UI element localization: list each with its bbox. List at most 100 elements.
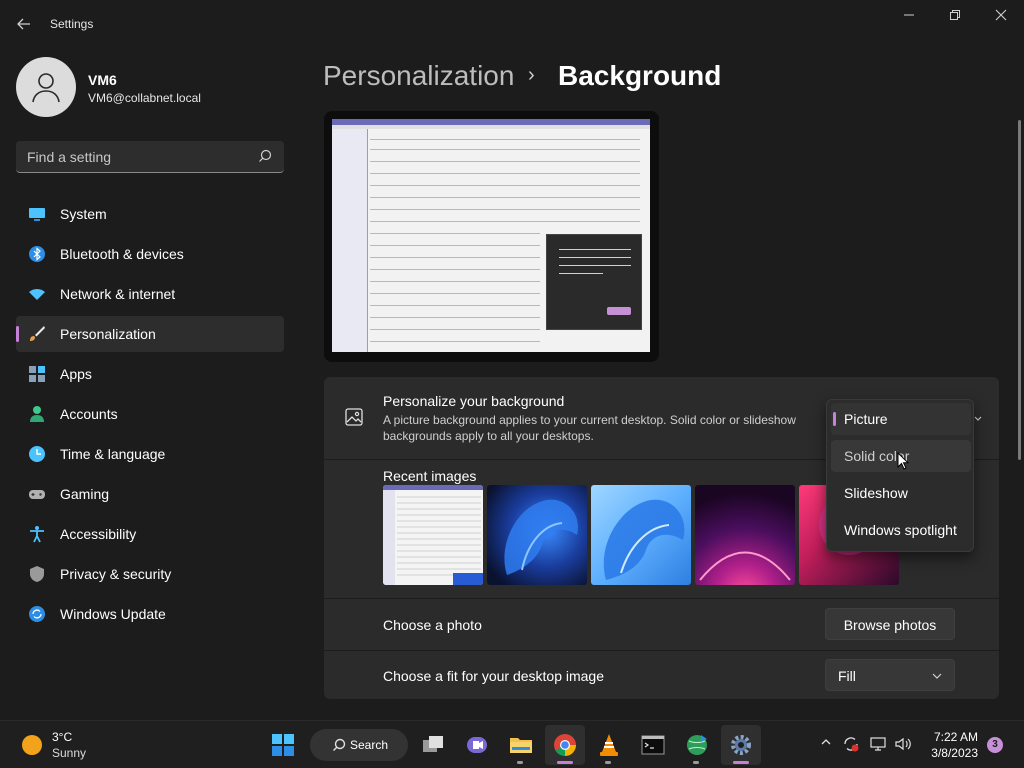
sidebar-item-label: Network & internet [60, 286, 176, 302]
selection-indicator [16, 326, 19, 342]
preview-screen [332, 119, 650, 352]
recent-image-3[interactable] [591, 485, 691, 585]
sidebar-item-personalization[interactable]: Personalization [16, 316, 284, 352]
sidebar-item-gaming[interactable]: Gaming [16, 476, 284, 512]
sidebar-item-bluetooth[interactable]: Bluetooth & devices [16, 236, 284, 272]
sun-icon[interactable] [22, 735, 42, 755]
volume-icon[interactable] [894, 735, 912, 753]
person-icon [32, 73, 60, 103]
gamepad-icon [28, 485, 46, 503]
sync-alert-icon[interactable] [842, 735, 860, 753]
page-title: Background [558, 60, 722, 91]
minimize-icon[interactable] [894, 8, 924, 24]
restore-icon[interactable] [940, 8, 970, 24]
notification-badge[interactable]: 3 [987, 737, 1003, 753]
sidebar-item-label: Accessibility [60, 526, 137, 542]
background-type-dropdown[interactable]: Picture Solid color Slideshow Windows sp… [826, 399, 974, 552]
personalize-background-title: Personalize your background [383, 393, 565, 409]
image-icon [344, 407, 364, 427]
breadcrumb-parent[interactable]: Personalization [323, 60, 514, 92]
start-icon [272, 734, 294, 756]
settings-button[interactable] [721, 725, 761, 765]
fit-dropdown-value: Fill [838, 668, 856, 684]
sidebar-item-time-language[interactable]: Time & language [16, 436, 284, 472]
recent-image-1[interactable] [383, 485, 483, 585]
sidebar-item-accounts[interactable]: Accounts [16, 396, 284, 432]
sidebar-item-privacy[interactable]: Privacy & security [16, 556, 284, 592]
person-icon [28, 405, 46, 423]
terminal-button[interactable] [633, 725, 673, 765]
personalize-background-description: A picture background applies to your cur… [383, 413, 796, 443]
selection-indicator [833, 412, 836, 426]
sidebar-item-windows-update[interactable]: Windows Update [16, 596, 284, 632]
file-explorer-button[interactable] [501, 725, 541, 765]
sidebar-item-label: Gaming [60, 486, 110, 502]
title-bar: Settings [0, 0, 1024, 48]
desktop-preview [324, 111, 659, 362]
search-input[interactable]: Find a setting [27, 149, 111, 165]
dropdown-option-picture[interactable]: Picture [831, 403, 971, 435]
accessibility-icon [28, 525, 46, 543]
clock-date[interactable]: 3/8/2023 [924, 746, 978, 760]
breadcrumb-separator: › [528, 64, 535, 86]
recent-images-label: Recent images [383, 468, 477, 484]
task-view-button[interactable] [413, 725, 453, 765]
settings-icon [731, 735, 751, 755]
sidebar-item-system[interactable]: System [16, 196, 284, 232]
brush-icon [28, 325, 46, 343]
search-icon [333, 738, 346, 751]
fit-dropdown[interactable]: Fill [825, 659, 955, 691]
clock-time[interactable]: 7:22 AM [928, 730, 978, 744]
taskbar-search-button[interactable]: Search [310, 729, 408, 761]
chevron-down-icon[interactable] [974, 412, 982, 426]
bluetooth-icon [28, 245, 46, 263]
app-title: Settings [50, 17, 94, 31]
sidebar-item-network[interactable]: Network & internet [16, 276, 284, 312]
task-view-icon [423, 736, 443, 752]
taskbar: 3°C Sunny Search 7:22 AM 3/8/2023 3 [0, 720, 1024, 768]
sidebar-item-label: Windows Update [60, 606, 166, 622]
browse-photos-button[interactable]: Browse photos [825, 608, 955, 640]
search-icon[interactable] [258, 149, 272, 168]
chevron-up-icon[interactable] [817, 735, 835, 753]
recent-image-4[interactable] [695, 485, 795, 585]
wifi-icon [28, 285, 46, 303]
weather-temperature[interactable]: 3°C [52, 730, 72, 744]
sidebar-item-label: Apps [60, 366, 92, 382]
sidebar-item-label: Privacy & security [60, 566, 172, 582]
system-monitor-icon [28, 205, 46, 223]
user-name: VM6 [88, 72, 117, 88]
update-icon [28, 605, 46, 623]
vlc-button[interactable] [589, 725, 629, 765]
dropdown-option-slideshow[interactable]: Slideshow [831, 477, 971, 509]
dropdown-option-windows-spotlight[interactable]: Windows spotlight [831, 514, 971, 546]
sidebar-item-accessibility[interactable]: Accessibility [16, 516, 284, 552]
recent-image-2[interactable] [487, 485, 587, 585]
apps-icon [28, 365, 46, 383]
network-globe-icon [687, 735, 707, 755]
search-box[interactable]: Find a setting [16, 141, 284, 173]
preview-dialog [546, 234, 642, 330]
clock-globe-icon [28, 445, 46, 463]
weather-description[interactable]: Sunny [52, 746, 86, 760]
scrollbar[interactable] [1018, 120, 1021, 460]
start-button[interactable] [263, 725, 303, 765]
network-icon[interactable] [869, 735, 887, 753]
avatar[interactable] [16, 57, 76, 117]
shield-icon [28, 565, 46, 583]
chrome-button[interactable] [545, 725, 585, 765]
choose-fit-label: Choose a fit for your desktop image [383, 668, 605, 684]
user-email: VM6@collabnet.local [88, 91, 201, 105]
network-globe-button[interactable] [677, 725, 717, 765]
sidebar-item-label: System [60, 206, 107, 222]
vlc-icon [600, 734, 618, 756]
arrow-left-icon[interactable] [12, 12, 36, 36]
file-explorer-icon [510, 738, 532, 753]
taskbar-search-label: Search [350, 738, 389, 752]
sidebar-item-apps[interactable]: Apps [16, 356, 284, 392]
teams-button[interactable] [457, 725, 497, 765]
close-icon[interactable] [986, 8, 1016, 24]
sidebar-item-label: Personalization [60, 326, 156, 342]
teams-icon [467, 737, 487, 753]
terminal-icon [641, 735, 665, 755]
